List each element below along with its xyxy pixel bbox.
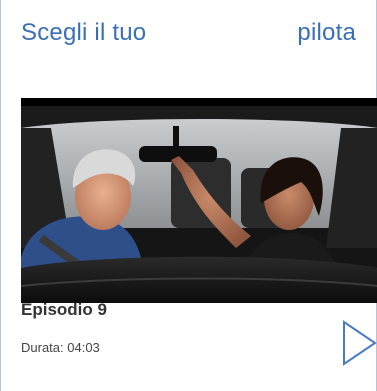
play-button[interactable] (341, 319, 377, 367)
title-right: pilota (297, 19, 356, 46)
car-interior-photo (21, 98, 377, 303)
card-title: Scegli il tuo pilota (21, 16, 356, 50)
play-icon (343, 320, 377, 366)
episode-duration: Durata: 04:03 (21, 340, 100, 355)
episode-card: Scegli il tuo pilota Episodio 9 Durata: … (0, 0, 377, 391)
episode-title: Episodio 9 (21, 300, 107, 319)
video-thumbnail[interactable] (21, 98, 377, 303)
title-left: Scegli il tuo (21, 19, 147, 46)
